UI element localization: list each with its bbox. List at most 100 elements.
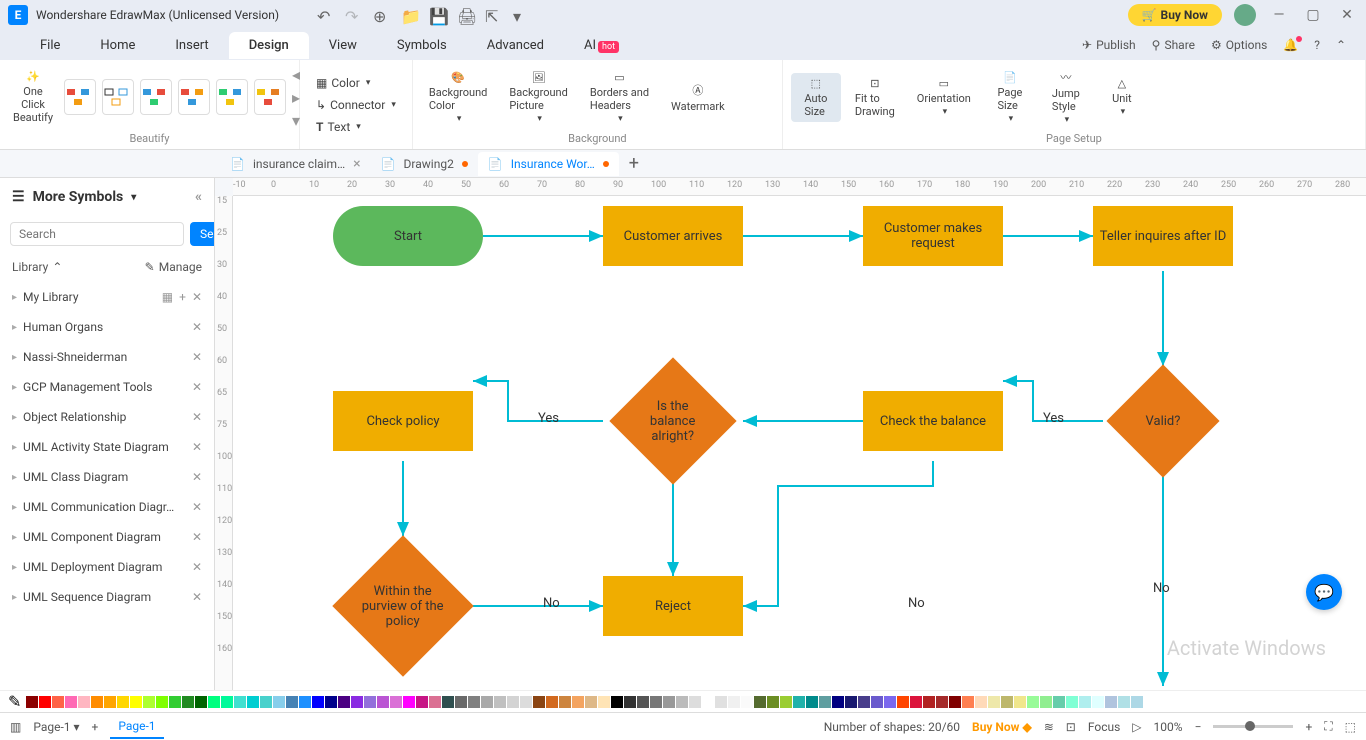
print-icon[interactable]: 🖨 <box>457 7 473 23</box>
shape-within-purview[interactable]: Within the purview of the policy <box>332 535 473 676</box>
color-swatch[interactable] <box>403 696 415 708</box>
orientation-button[interactable]: ▭Orientation <box>909 73 979 121</box>
save-icon[interactable]: 💾 <box>429 7 445 23</box>
manage-button[interactable]: ✎ Manage <box>145 260 202 274</box>
remove-lib-icon[interactable]: ✕ <box>192 590 202 604</box>
grid-icon[interactable]: ▦ <box>162 290 173 304</box>
color-swatch[interactable] <box>793 696 805 708</box>
color-swatch[interactable] <box>416 696 428 708</box>
remove-lib-icon[interactable]: ✕ <box>192 410 202 424</box>
connector-dropdown[interactable]: ↳ Connector <box>312 96 400 114</box>
doc-tab[interactable]: 📄Insurance Wor… <box>478 152 619 176</box>
color-swatch[interactable] <box>871 696 883 708</box>
color-swatch[interactable] <box>988 696 1000 708</box>
user-avatar[interactable] <box>1234 4 1256 26</box>
color-swatch[interactable] <box>273 696 285 708</box>
new-icon[interactable]: ⊕ <box>373 7 389 23</box>
color-dropdown[interactable]: ▦ Color <box>312 74 400 92</box>
focus-icon[interactable]: ⊡ <box>1066 720 1076 734</box>
color-swatch[interactable] <box>52 696 64 708</box>
color-swatch[interactable] <box>442 696 454 708</box>
expand-icon[interactable]: ▸ <box>12 562 17 573</box>
expand-icon[interactable]: ▸ <box>12 292 17 303</box>
color-swatch[interactable] <box>910 696 922 708</box>
fullscreen-icon[interactable]: ⬚ <box>1345 720 1356 734</box>
sidebar-collapse-icon[interactable]: « <box>195 189 202 205</box>
color-swatch[interactable] <box>65 696 77 708</box>
color-swatch[interactable] <box>936 696 948 708</box>
color-swatch[interactable] <box>702 696 714 708</box>
library-item[interactable]: ▸UML Class Diagram✕ <box>0 462 214 492</box>
color-swatch[interactable] <box>1040 696 1052 708</box>
color-swatch[interactable] <box>832 696 844 708</box>
background-picture-button[interactable]: 🖼Background Picture <box>501 67 575 128</box>
remove-lib-icon[interactable]: ✕ <box>192 350 202 364</box>
color-swatch[interactable] <box>520 696 532 708</box>
unit-button[interactable]: △Unit <box>1097 73 1147 121</box>
library-item[interactable]: ▸GCP Management Tools✕ <box>0 372 214 402</box>
color-swatch[interactable] <box>754 696 766 708</box>
remove-lib-icon[interactable]: ✕ <box>192 530 202 544</box>
color-swatch[interactable] <box>1014 696 1026 708</box>
menu-symbols[interactable]: Symbols <box>377 32 467 59</box>
menu-view[interactable]: View <box>309 32 377 59</box>
shape-balance-alright[interactable]: Is the balance alright? <box>609 357 736 484</box>
color-swatch[interactable] <box>468 696 480 708</box>
page-list-icon[interactable]: ▥ <box>10 720 21 734</box>
borders-headers-button[interactable]: ▭Borders and Headers <box>582 67 657 128</box>
color-swatch[interactable] <box>1053 696 1065 708</box>
expand-icon[interactable]: ▸ <box>12 322 17 333</box>
minimize-icon[interactable]: — <box>1268 4 1290 26</box>
remove-lib-icon[interactable]: ✕ <box>192 380 202 394</box>
theme-prev-icon[interactable]: ◂ <box>292 65 300 84</box>
color-swatch[interactable] <box>1001 696 1013 708</box>
color-swatch[interactable] <box>806 696 818 708</box>
search-input[interactable] <box>10 222 184 246</box>
color-swatch[interactable] <box>26 696 38 708</box>
color-swatch[interactable] <box>1079 696 1091 708</box>
publish-button[interactable]: ✈ Publish <box>1082 38 1136 52</box>
library-item[interactable]: ▸Object Relationship✕ <box>0 402 214 432</box>
expand-icon[interactable]: ▸ <box>12 442 17 453</box>
color-swatch[interactable] <box>728 696 740 708</box>
color-swatch[interactable] <box>143 696 155 708</box>
color-swatch[interactable] <box>260 696 272 708</box>
more-icon[interactable]: ▾ <box>513 7 529 23</box>
focus-label[interactable]: Focus <box>1088 720 1120 734</box>
color-swatch[interactable] <box>364 696 376 708</box>
zoom-in-button[interactable]: + <box>1305 720 1312 734</box>
redo-icon[interactable]: ↷ <box>345 7 361 23</box>
color-swatch[interactable] <box>221 696 233 708</box>
open-icon[interactable]: 📁 <box>401 7 417 23</box>
undo-icon[interactable]: ↶ <box>317 7 333 23</box>
color-swatch[interactable] <box>312 696 324 708</box>
library-item[interactable]: ▸Human Organs✕ <box>0 312 214 342</box>
expand-icon[interactable]: ▸ <box>12 472 17 483</box>
color-swatch[interactable] <box>676 696 688 708</box>
layers-icon[interactable]: ≋ <box>1044 720 1054 734</box>
menu-file[interactable]: File <box>20 32 80 59</box>
color-swatch[interactable] <box>169 696 181 708</box>
theme-preset-4[interactable] <box>178 79 210 115</box>
fit-drawing-button[interactable]: ⊡Fit to Drawing <box>847 73 903 122</box>
color-swatch[interactable] <box>429 696 441 708</box>
color-swatch[interactable] <box>338 696 350 708</box>
color-swatch[interactable] <box>351 696 363 708</box>
color-swatch[interactable] <box>130 696 142 708</box>
color-swatch[interactable] <box>819 696 831 708</box>
color-swatch[interactable] <box>1092 696 1104 708</box>
color-swatch[interactable] <box>858 696 870 708</box>
auto-size-button[interactable]: ⬚Auto Size <box>791 73 841 122</box>
remove-lib-icon[interactable]: ✕ <box>192 320 202 334</box>
color-swatch[interactable] <box>325 696 337 708</box>
color-swatch[interactable] <box>884 696 896 708</box>
color-swatch[interactable] <box>182 696 194 708</box>
page-tab[interactable]: Page-1 <box>110 715 163 739</box>
color-swatch[interactable] <box>741 696 753 708</box>
theme-preset-2[interactable] <box>102 79 134 115</box>
color-swatch[interactable] <box>975 696 987 708</box>
library-item[interactable]: ▸Nassi-Shneiderman✕ <box>0 342 214 372</box>
close-icon[interactable]: ✕ <box>1336 4 1358 26</box>
color-swatch[interactable] <box>598 696 610 708</box>
library-expand-icon[interactable]: ⌃ <box>52 260 62 274</box>
